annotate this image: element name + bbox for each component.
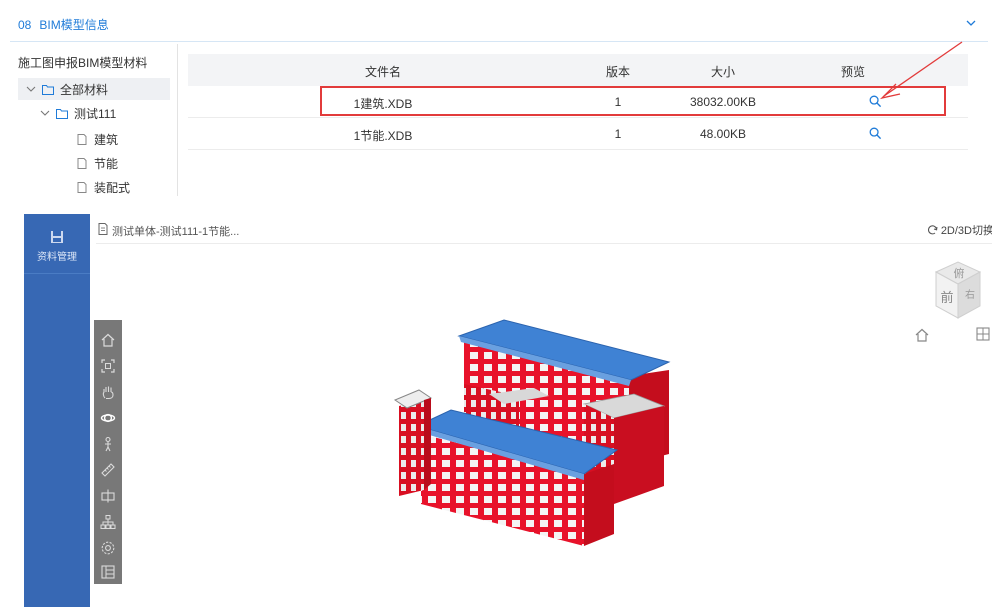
orbit-icon[interactable] — [100, 410, 116, 426]
column-header-version: 版本 — [605, 65, 630, 79]
file-icon — [77, 181, 87, 193]
toggle-label: 2D/3D切换 — [940, 225, 992, 237]
view-cube[interactable]: 俯 前 右 — [928, 258, 988, 328]
view-mode-toggle[interactable]: 2D/3D切换 — [927, 222, 992, 238]
grid-icon[interactable] — [976, 327, 990, 341]
measure-icon[interactable] — [100, 462, 116, 478]
tree-item-label: 测试111 — [74, 106, 117, 121]
tree-title: 施工图申报BIM模型材料 — [18, 56, 148, 70]
properties-icon[interactable] — [100, 564, 116, 580]
table-header: 文件名 版本 大小 预览 — [188, 54, 968, 86]
tree-item-label: 全部材料 — [60, 82, 109, 97]
tree-item-prefab[interactable]: 装配式 — [76, 176, 130, 198]
cube-front-label: 前 — [940, 290, 953, 306]
column-header-size: 大小 — [710, 65, 735, 79]
cube-right-label: 右 — [965, 288, 975, 301]
section-header[interactable]: 08 BIM模型信息 — [10, 8, 988, 42]
folder-icon — [56, 108, 68, 119]
tree-item-label: 建筑 — [94, 132, 119, 147]
file-icon — [77, 133, 87, 145]
nav-item-data-management[interactable]: 资料管理 — [24, 214, 90, 274]
section-icon[interactable] — [100, 488, 116, 504]
chevron-down-icon[interactable] — [40, 108, 50, 118]
home-icon[interactable] — [100, 332, 116, 348]
column-header-name: 文件名 — [364, 65, 401, 79]
settings-icon[interactable] — [100, 540, 116, 556]
walk-icon[interactable] — [100, 436, 116, 452]
cell-file-name: 1节能.XDB — [353, 129, 413, 143]
folder-icon — [42, 84, 54, 95]
tree-item-label: 节能 — [94, 156, 119, 171]
annotation-arrow — [879, 41, 963, 100]
tree-item-energy[interactable]: 节能 — [76, 152, 118, 174]
chevron-down-icon[interactable] — [966, 18, 976, 28]
cube-top-label: 俯 — [954, 266, 965, 280]
tree-item-architecture[interactable]: 建筑 — [76, 128, 118, 150]
building-model[interactable] — [369, 314, 699, 549]
viewer-toolbar-top: 测试单体-测试111-1节能... 2D/3D切换 — [96, 214, 992, 244]
tree-item-test111[interactable]: 测试111 — [40, 102, 116, 124]
cell-version: 1 — [614, 127, 622, 141]
file-icon — [77, 157, 87, 169]
search-icon[interactable] — [869, 127, 882, 140]
section-title: BIM模型信息 — [39, 18, 109, 32]
section-number: 08 — [18, 17, 32, 32]
cell-size: 48.00KB — [699, 127, 747, 141]
tree-item-all-materials[interactable]: 全部材料 — [18, 78, 170, 100]
highlight-box — [320, 86, 946, 116]
tree-item-label: 装配式 — [94, 180, 131, 195]
document-title: 测试单体-测试111-1节能... — [112, 226, 240, 238]
home-icon[interactable] — [914, 327, 930, 343]
save-icon — [51, 231, 63, 243]
chevron-down-icon[interactable] — [26, 84, 36, 94]
hand-icon[interactable] — [100, 384, 116, 400]
side-nav: 资料管理 — [24, 214, 90, 607]
nav-item-label: 资料管理 — [37, 252, 77, 263]
table-row[interactable]: 1节能.XDB 1 48.00KB — [188, 118, 968, 150]
document-icon — [98, 223, 108, 235]
viewer-tool-panel — [94, 320, 122, 584]
refresh-icon — [927, 225, 938, 235]
model-viewer: 资料管理 测试单体-测试111-1节能... 2D/3D切换 俯 前 右 — [24, 214, 992, 607]
tree-icon[interactable] — [100, 514, 116, 530]
frame-icon[interactable] — [100, 358, 116, 374]
material-tree: 施工图申报BIM模型材料 全部材料 测试111 建筑 节能 装配式 — [10, 44, 178, 196]
